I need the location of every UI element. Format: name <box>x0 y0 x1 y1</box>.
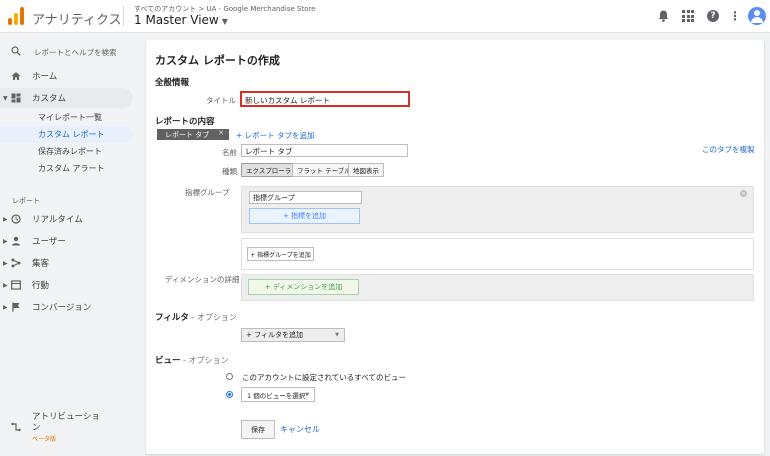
metric-groups-label: 指標グループ <box>185 188 230 197</box>
all-views-label: このアカウントに設定されているすべてのビュー <box>242 373 406 382</box>
expand-arrow-icon: ▼ <box>3 94 8 102</box>
cancel-link[interactable]: キャンセル <box>280 424 320 435</box>
account-avatar[interactable] <box>748 7 766 25</box>
add-dimension-button[interactable]: + ディメンションを追加 <box>248 279 359 295</box>
custom-report-editor: カスタム レポートの作成 全般情報 タイトル 新しいカスタム レポート レポート… <box>146 40 764 454</box>
view-selector[interactable]: 1 Master View ▼ <box>134 13 228 27</box>
general-info-heading: 全般情報 <box>155 78 190 88</box>
sidebar-item-custom-reports[interactable]: カスタム レポート <box>0 126 133 143</box>
dimension-panel: + ディメンションを追加 <box>241 274 754 301</box>
top-header: アナリティクス すべてのアカウント > UA - Google Merchand… <box>0 0 770 33</box>
expand-arrow-icon: ▶ <box>3 237 8 245</box>
metric-group-name-input[interactable]: 指標グループ <box>249 191 362 204</box>
clock-icon <box>11 214 21 224</box>
close-tab-icon[interactable]: ✕ <box>218 129 224 137</box>
expand-arrow-icon: ▶ <box>3 303 8 311</box>
sidebar-item-attribution[interactable]: アトリビューション ベータ版 <box>0 410 140 446</box>
search-placeholder: レポートとヘルプを検索 <box>34 48 117 57</box>
caret-down-icon: ▼ <box>221 17 228 26</box>
dimension-drilldowns-label: ディメンションの詳細 <box>165 275 240 284</box>
flag-icon <box>12 302 20 312</box>
reports-section-header: レポート <box>12 197 40 205</box>
sidebar-item-conversions[interactable]: ▶ コンバージョン <box>0 297 133 317</box>
report-title-input[interactable]: 新しいカスタム レポート <box>240 91 410 107</box>
views-heading: ビュー - オプション <box>155 356 229 366</box>
sidebar-item-custom-alerts[interactable]: カスタム アラート <box>0 160 133 177</box>
sidebar-item-home[interactable]: ホーム <box>0 66 133 86</box>
sidebar-item-behavior[interactable]: ▶ 行動 <box>0 275 133 295</box>
report-content-heading: レポートの内容 <box>155 117 215 127</box>
bell-icon[interactable] <box>656 9 670 23</box>
person-icon <box>12 236 20 246</box>
expand-arrow-icon: ▶ <box>3 215 8 223</box>
app-title: アナリティクス <box>32 13 122 28</box>
report-tab[interactable]: レポート タブ ✕ <box>157 129 229 140</box>
filters-heading: フィルタ - オプション <box>155 313 237 323</box>
behavior-icon <box>11 280 21 290</box>
sidebar-item-acquisition[interactable]: ▶ 集客 <box>0 253 133 273</box>
acquisition-icon <box>11 258 21 268</box>
type-label: 種類 <box>222 167 237 176</box>
tab-name-input[interactable]: レポート タブ <box>241 144 408 157</box>
sidebar-item-my-reports[interactable]: マイレポート一覧 <box>0 109 133 126</box>
type-flat-table-button[interactable]: フラット テーブル <box>292 163 356 177</box>
page-title: カスタム レポートの作成 <box>155 54 280 67</box>
caret-down-icon: ▼ <box>335 332 339 338</box>
type-map-overlay-button[interactable]: 地図表示 <box>348 163 384 177</box>
add-report-tab-link[interactable]: + レポート タブを追加 <box>236 130 315 141</box>
add-metric-group-button[interactable]: + 指標グループを追加 <box>247 247 314 261</box>
expand-arrow-icon: ▶ <box>3 259 8 267</box>
type-explorer-button[interactable]: エクスプローラ <box>241 163 297 177</box>
analytics-logo-icon[interactable] <box>8 6 26 25</box>
remove-group-icon[interactable]: ✕ <box>740 190 747 197</box>
more-vert-icon[interactable]: ⋮ <box>728 9 742 23</box>
home-icon <box>11 72 21 80</box>
header-divider <box>123 6 124 26</box>
add-filter-dropdown[interactable]: + フィルタを追加 ▼ <box>241 328 345 342</box>
expand-arrow-icon: ▶ <box>3 281 8 289</box>
add-metric-group-panel: + 指標グループを追加 <box>241 238 754 270</box>
apps-grid-icon[interactable] <box>681 9 695 23</box>
radio-all-views[interactable] <box>226 373 233 380</box>
name-label: 名前 <box>222 148 237 157</box>
sidebar: レポートとヘルプを検索 ホーム ▼ カスタム マイレポート一覧 カスタム レポー… <box>0 34 140 456</box>
caret-down-icon: ▼ <box>305 391 309 398</box>
dashboard-icon <box>11 93 21 103</box>
save-button[interactable]: 保存 <box>241 420 275 439</box>
add-metric-button[interactable]: + 指標を追加 <box>249 208 360 224</box>
sidebar-item-realtime[interactable]: ▶ リアルタイム <box>0 209 133 229</box>
sidebar-item-audience[interactable]: ▶ ユーザー <box>0 231 133 251</box>
attribution-icon <box>11 422 21 432</box>
sidebar-item-saved-reports[interactable]: 保存済みレポート <box>0 143 133 160</box>
metric-group-panel: 指標グループ ✕ + 指標を追加 <box>241 186 754 233</box>
beta-badge: ベータ版 <box>32 436 57 443</box>
view-name: 1 Master View <box>134 13 219 27</box>
sidebar-item-customization[interactable]: ▼ カスタム <box>0 88 133 108</box>
radio-select-views[interactable] <box>226 391 233 398</box>
help-icon[interactable]: ? <box>706 9 720 23</box>
search-icon <box>11 46 21 56</box>
title-label: タイトル <box>206 96 236 105</box>
sidebar-search[interactable]: レポートとヘルプを検索 <box>0 42 140 62</box>
view-select-dropdown[interactable]: 1 個のビューを選択 ▼ <box>241 387 315 402</box>
duplicate-tab-link[interactable]: このタブを複製 <box>702 144 755 155</box>
